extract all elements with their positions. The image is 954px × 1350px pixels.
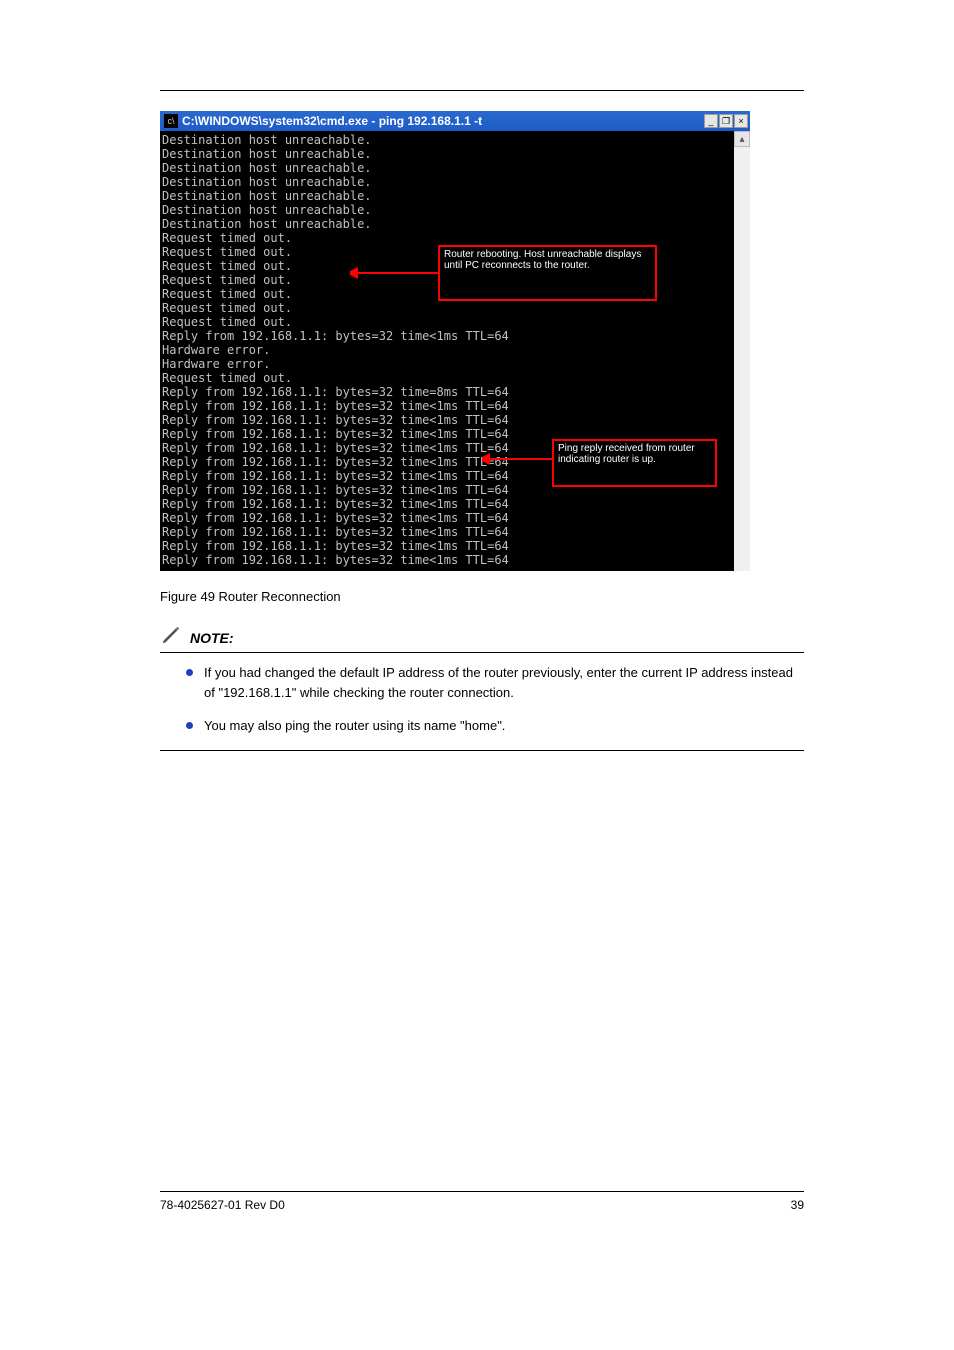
- scrollbar[interactable]: ▴: [734, 131, 750, 571]
- console-line: Request timed out.: [162, 371, 732, 385]
- close-button[interactable]: ×: [734, 114, 748, 128]
- console-line: Destination host unreachable.: [162, 133, 732, 147]
- note-item: If you had changed the default IP addres…: [186, 663, 804, 702]
- callout-top-box: Router rebooting. Host unreachable displ…: [438, 245, 657, 301]
- console-line: Reply from 192.168.1.1: bytes=32 time<1m…: [162, 497, 732, 511]
- callout-top-text: Router rebooting. Host unreachable displ…: [440, 247, 655, 273]
- top-rule: [160, 90, 804, 91]
- console-line: Reply from 192.168.1.1: bytes=32 time=8m…: [162, 385, 732, 399]
- console-line: Reply from 192.168.1.1: bytes=32 time<1m…: [162, 553, 732, 567]
- console-line: Request timed out.: [162, 231, 732, 245]
- maximize-button[interactable]: ❐: [719, 114, 733, 128]
- footer-page-num: 39: [791, 1198, 804, 1212]
- console-line: Destination host unreachable.: [162, 203, 732, 217]
- scroll-track[interactable]: [734, 147, 750, 571]
- console-line: Destination host unreachable.: [162, 217, 732, 231]
- console-line: Request timed out.: [162, 301, 732, 315]
- console-line: Reply from 192.168.1.1: bytes=32 time<1m…: [162, 539, 732, 553]
- callout-bottom-text: Ping reply received from router indicati…: [554, 441, 715, 467]
- note-list: If you had changed the default IP addres…: [186, 663, 804, 736]
- callout-bottom-box: Ping reply received from router indicati…: [552, 439, 717, 487]
- console-line: Hardware error.: [162, 357, 732, 371]
- console-line: Reply from 192.168.1.1: bytes=32 time<1m…: [162, 399, 732, 413]
- cmd-titlebar[interactable]: c\ C:\WINDOWS\system32\cmd.exe - ping 19…: [160, 111, 750, 131]
- console-line: Destination host unreachable.: [162, 175, 732, 189]
- note-heading-row: NOTE:: [160, 624, 804, 646]
- footer-doc-id: 78-4025627-01 Rev D0: [160, 1198, 285, 1212]
- note-bottom-rule: [160, 750, 804, 751]
- footer: 78-4025627-01 Rev D0 39: [160, 1198, 804, 1212]
- cmd-title-text: C:\WINDOWS\system32\cmd.exe - ping 192.1…: [182, 114, 704, 128]
- console-line: Reply from 192.168.1.1: bytes=32 time<1m…: [162, 511, 732, 525]
- footer-rule: [160, 1191, 804, 1192]
- console-line: Destination host unreachable.: [162, 161, 732, 175]
- cmd-icon: c\: [164, 114, 178, 128]
- console-line: Reply from 192.168.1.1: bytes=32 time<1m…: [162, 525, 732, 539]
- figure-caption: Figure 49 Router Reconnection: [160, 589, 804, 604]
- console-line: Reply from 192.168.1.1: bytes=32 time<1m…: [162, 329, 732, 343]
- console-line: Reply from 192.168.1.1: bytes=32 time<1m…: [162, 413, 732, 427]
- console-line: Destination host unreachable.: [162, 189, 732, 203]
- console-output: Destination host unreachable.Destination…: [160, 131, 734, 571]
- note-heading: NOTE:: [190, 630, 234, 646]
- minimize-button[interactable]: _: [704, 114, 718, 128]
- console-line: Destination host unreachable.: [162, 147, 732, 161]
- console-line: Hardware error.: [162, 343, 732, 357]
- scroll-up-icon[interactable]: ▴: [734, 131, 750, 147]
- pencil-icon: [160, 624, 182, 646]
- console-line: Request timed out.: [162, 315, 732, 329]
- cmd-window: c\ C:\WINDOWS\system32\cmd.exe - ping 19…: [160, 111, 750, 571]
- note-top-rule: [160, 652, 804, 653]
- note-item: You may also ping the router using its n…: [186, 716, 804, 736]
